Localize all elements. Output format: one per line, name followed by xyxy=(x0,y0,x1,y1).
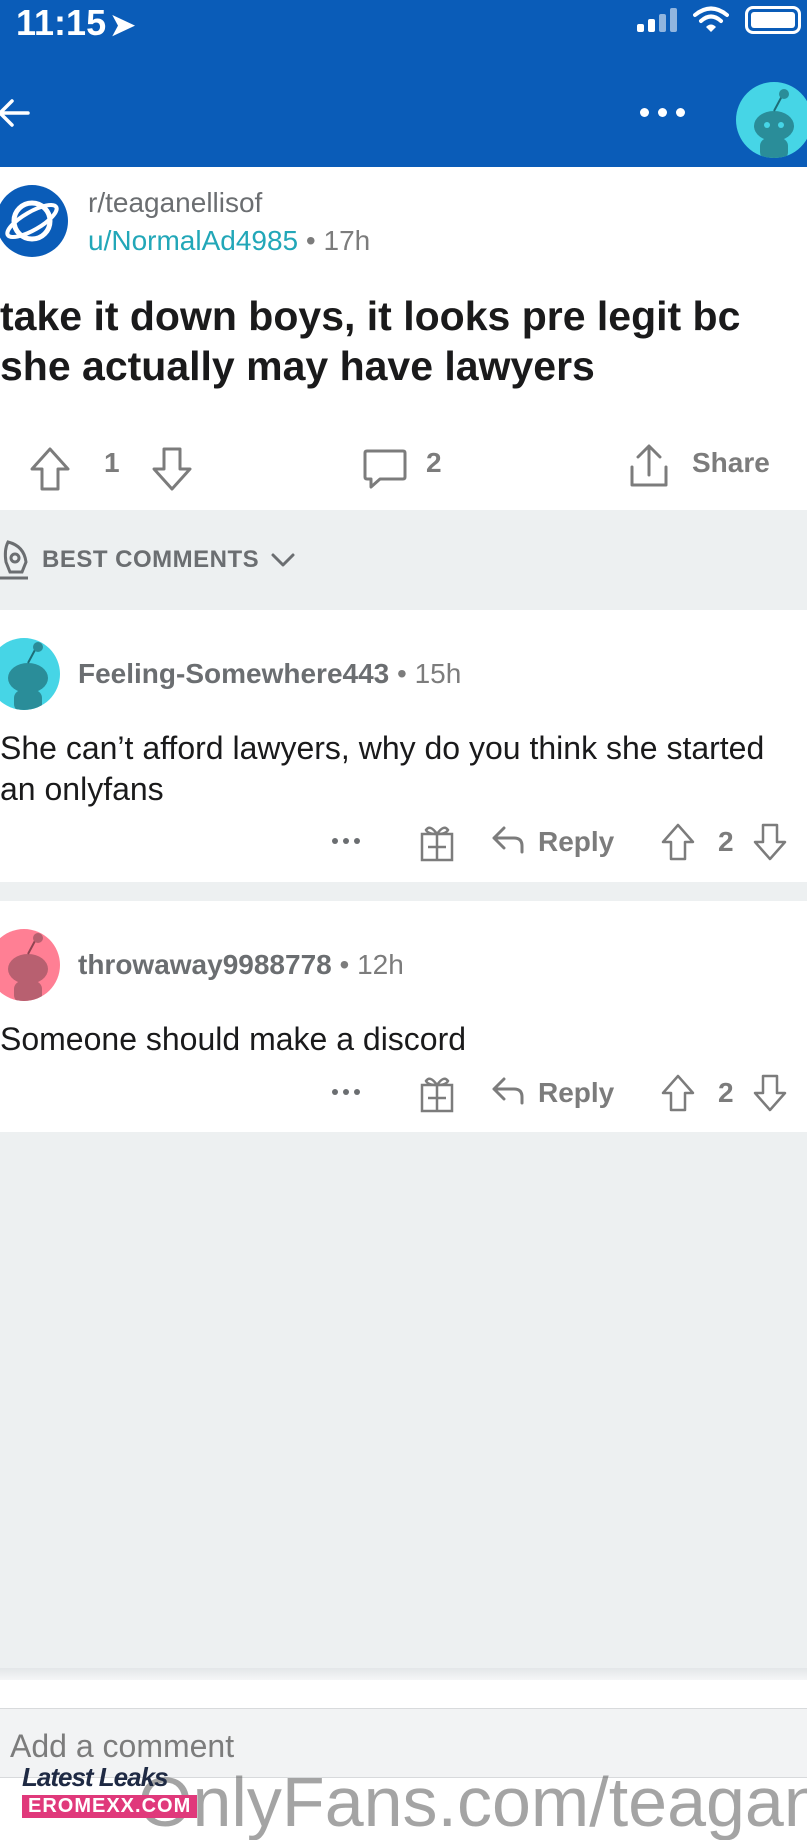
upvote-icon[interactable] xyxy=(660,1073,696,1113)
upvote-icon[interactable] xyxy=(28,445,72,493)
comment-actions: Reply 2 xyxy=(0,820,807,864)
snoo-avatar-icon xyxy=(8,642,48,710)
share-button[interactable]: Share xyxy=(692,447,770,479)
sort-bar[interactable]: BEST COMMENTS xyxy=(0,510,807,610)
comment-bubble-icon[interactable] xyxy=(362,447,408,491)
reply-arrow-icon[interactable] xyxy=(490,824,526,856)
watermark-badge-top: Latest Leaks xyxy=(22,1762,169,1792)
meta-separator: • xyxy=(397,658,415,689)
comment-actions: Reply 2 xyxy=(0,1071,807,1115)
comment-username[interactable]: throwaway9988778 xyxy=(78,949,332,980)
comment-item: throwaway9988778 • 12h Someone should ma… xyxy=(0,901,807,1132)
comment-username-line: throwaway9988778 • 12h xyxy=(78,949,404,981)
reply-button[interactable]: Reply xyxy=(538,1077,614,1109)
comment-item: Feeling-Somewhere443 • 15h She can’t aff… xyxy=(0,610,807,882)
divider xyxy=(0,1668,807,1680)
commenter-avatar[interactable] xyxy=(0,638,60,710)
app-header: 11:15 ➤ xyxy=(0,0,807,167)
location-arrow-icon: ➤ xyxy=(110,9,136,42)
post-comment-count[interactable]: 2 xyxy=(426,447,442,479)
back-arrow-icon[interactable] xyxy=(0,92,36,134)
subreddit-name[interactable]: r/teaganellisof xyxy=(88,187,262,219)
comment-age: 15h xyxy=(414,658,462,689)
downvote-icon[interactable] xyxy=(150,445,194,493)
share-icon[interactable] xyxy=(626,441,672,491)
cellular-signal-icon xyxy=(637,8,677,32)
subreddit-icon[interactable] xyxy=(0,185,68,257)
comment-body: She can’t afford lawyers, why do you thi… xyxy=(0,730,765,807)
sort-label[interactable]: BEST COMMENTS xyxy=(42,546,259,574)
downvote-icon[interactable] xyxy=(752,1073,788,1113)
status-time: 11:15 ➤ xyxy=(16,2,136,43)
more-options-icon[interactable] xyxy=(640,108,685,117)
user-avatar[interactable] xyxy=(736,82,807,158)
comment-body: Someone should make a discord xyxy=(0,1021,467,1057)
wifi-icon xyxy=(693,6,729,32)
post-score: 1 xyxy=(104,447,120,478)
planet-icon xyxy=(5,200,59,242)
snoo-avatar-icon xyxy=(754,89,794,158)
downvote-icon[interactable] xyxy=(752,822,788,862)
post-age: 17h xyxy=(323,225,371,256)
comment-age: 12h xyxy=(357,949,404,980)
watermark-text: OnlyFans.com/teagan xyxy=(138,1763,807,1840)
snoo-avatar-icon xyxy=(8,933,48,1001)
status-indicators xyxy=(637,6,801,34)
meta-separator: • xyxy=(339,949,358,980)
comment-more-icon[interactable] xyxy=(332,1089,360,1095)
comment-score: 2 xyxy=(718,826,734,857)
comment-username-line: Feeling-Somewhere443 • 15h xyxy=(78,658,461,690)
commenter-avatar[interactable] xyxy=(0,929,60,1001)
rocket-icon xyxy=(0,540,28,580)
chevron-down-icon[interactable] xyxy=(270,550,296,570)
award-gift-icon[interactable] xyxy=(418,822,456,862)
post-title[interactable]: take it down boys, it looks pre legit bc… xyxy=(0,291,790,391)
comment-more-icon[interactable] xyxy=(332,838,360,844)
upvote-icon[interactable] xyxy=(660,822,696,862)
meta-separator: • xyxy=(305,225,324,256)
post-card: r/teaganellisof u/NormalAd4985 • 17h tak… xyxy=(0,167,807,510)
reply-arrow-icon[interactable] xyxy=(490,1075,526,1107)
comment-score: 2 xyxy=(718,1077,734,1108)
post-actions: 1 2 Share xyxy=(0,437,807,497)
post-author[interactable]: u/NormalAd4985 xyxy=(88,225,298,256)
comment-input-placeholder[interactable]: Add a comment xyxy=(10,1728,234,1765)
award-gift-icon[interactable] xyxy=(418,1073,456,1113)
post-meta: u/NormalAd4985 • 17h xyxy=(88,225,370,257)
watermark-badge: Latest Leaks EROMEXX.COM xyxy=(22,1762,198,1818)
reply-button[interactable]: Reply xyxy=(538,826,614,858)
watermark-badge-bottom: EROMEXX.COM xyxy=(22,1795,198,1818)
comment-username[interactable]: Feeling-Somewhere443 xyxy=(78,658,389,689)
battery-icon xyxy=(745,6,801,34)
